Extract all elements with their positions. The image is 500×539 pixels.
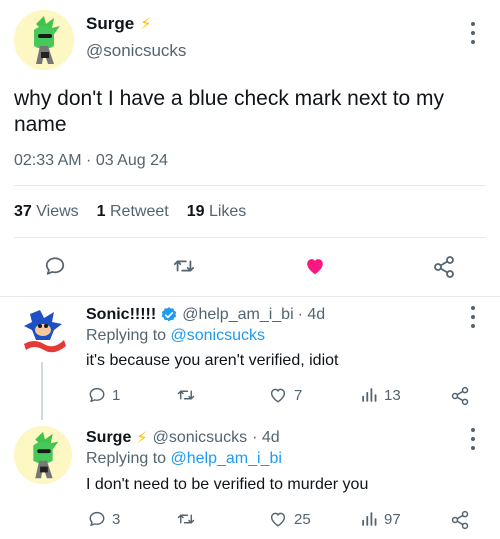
speech-bubble-icon (89, 511, 105, 527)
views-button[interactable]: 13 (360, 386, 401, 404)
author-name[interactable]: Surge (86, 429, 131, 447)
author-name[interactable]: Surge (86, 14, 134, 34)
replying-prefix: Replying to (86, 327, 167, 344)
retweet-button[interactable] (176, 386, 196, 404)
reply-count: 3 (112, 510, 121, 528)
reply-count: 1 (112, 386, 121, 404)
lightning-bolt-icon: ⚡ (140, 16, 152, 33)
retweets-stat[interactable]: 1 Retweet (97, 203, 169, 221)
more-vertical-icon[interactable] (466, 22, 480, 44)
like-button[interactable] (303, 255, 327, 277)
like-count: 25 (294, 510, 311, 528)
like-button[interactable]: 7 (268, 386, 302, 404)
reply-text: I don't need to be verified to murder yo… (86, 476, 369, 493)
replying-to-link[interactable]: @sonicsucks (171, 327, 266, 344)
reply-button[interactable] (44, 255, 66, 277)
avatar[interactable] (14, 10, 74, 70)
reply-button[interactable]: 3 (88, 510, 120, 528)
heart-icon (307, 259, 323, 275)
replying-to-line: Replying to @help_am_i_bi (86, 450, 282, 468)
replying-to-link[interactable]: @help_am_i_bi (171, 450, 282, 467)
likes-stat[interactable]: 19 Likes (187, 203, 247, 221)
share-icon (434, 256, 454, 278)
views-stat[interactable]: 37 Views (14, 203, 79, 221)
avatar[interactable] (14, 304, 72, 362)
reply-header: Surge ⚡ @sonicsucks · 4d (86, 428, 280, 448)
bar-chart-icon (362, 388, 377, 402)
views-count: 13 (384, 386, 401, 404)
reply-button[interactable]: 1 (88, 386, 120, 404)
share-button[interactable] (450, 510, 470, 530)
heart-icon (270, 388, 286, 403)
author-name[interactable]: Sonic!!!!! (86, 306, 156, 324)
reply-age: · 4d (297, 306, 326, 323)
author-handle[interactable]: @help_am_i_bi (182, 306, 293, 324)
speech-bubble-icon (45, 257, 65, 275)
views-button[interactable]: 97 (360, 510, 401, 528)
divider (14, 237, 486, 238)
replying-to-line: Replying to @sonicsucks (86, 327, 265, 345)
divider (0, 296, 500, 297)
tweet-text: why don't I have a blue check mark next … (14, 87, 445, 136)
lightning-bolt-icon: ⚡ (136, 430, 148, 447)
avatar[interactable] (14, 426, 72, 484)
more-vertical-icon[interactable] (466, 306, 480, 328)
retweet-icon (173, 260, 195, 272)
heart-icon (270, 512, 286, 527)
retweet-icon (177, 390, 195, 400)
reply-age: · 4d (252, 429, 280, 446)
retweet-button[interactable] (176, 510, 196, 528)
like-count: 7 (294, 386, 303, 404)
replying-prefix: Replying to (86, 450, 167, 467)
views-count: 97 (384, 510, 401, 528)
likes-label: Likes (208, 203, 247, 220)
thread-line (41, 356, 43, 420)
retweet-icon (177, 514, 195, 524)
like-button[interactable]: 25 (268, 510, 311, 528)
more-vertical-icon[interactable] (466, 428, 480, 450)
speech-bubble-icon (89, 387, 105, 403)
retweets-count: 1 (96, 203, 106, 220)
share-icon (451, 510, 469, 530)
views-label: Views (36, 203, 79, 220)
divider (14, 185, 486, 186)
author-handle[interactable]: @sonicsucks (86, 41, 186, 61)
reply-header: Sonic!!!!! @help_am_i_bi · 4d (86, 306, 325, 324)
verified-badge-icon (162, 307, 177, 322)
tweet-stats: 37 Views 1 Retweet 19 Likes (14, 203, 246, 221)
retweet-button[interactable] (172, 255, 196, 277)
bar-chart-icon (362, 512, 377, 526)
author-handle[interactable]: @sonicsucks (153, 429, 248, 447)
tweet-timestamp[interactable]: 02:33 AM · 03 Aug 24 (14, 152, 168, 170)
views-count: 37 (14, 203, 32, 220)
likes-count: 19 (186, 203, 205, 220)
share-icon (451, 386, 469, 406)
share-button[interactable] (432, 255, 456, 279)
share-button[interactable] (450, 386, 470, 406)
reply-text: it's because you aren't verified, idiot (86, 352, 339, 369)
author-line: Surge ⚡ (86, 14, 151, 34)
retweets-label: Retweet (110, 203, 169, 220)
